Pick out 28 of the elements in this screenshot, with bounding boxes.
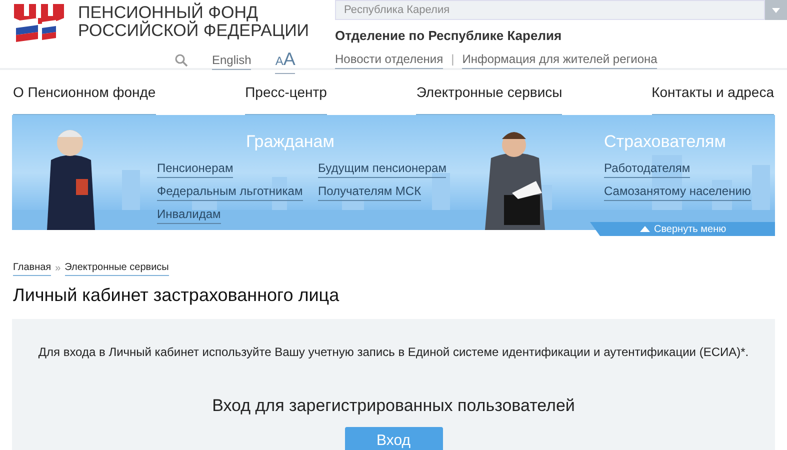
triangle-icon: [640, 226, 650, 232]
banner-link[interactable]: Инвалидам: [157, 204, 221, 224]
region-select[interactable]: Республика Карелия: [335, 0, 765, 20]
link-separator: |: [451, 51, 454, 68]
language-link[interactable]: English: [212, 50, 252, 70]
office-title: Отделение по Республике Карелия: [335, 27, 563, 45]
font-size-toggle[interactable]: AA: [275, 46, 296, 74]
office-link[interactable]: Новости отделения: [335, 50, 444, 68]
banner-link[interactable]: Работодателям: [604, 158, 690, 178]
notice-text: Для входа в Личный кабинет используйте Вашу учетную запись в Единой системе идентификации и аутентификации (ЕСИА)*.: [38, 344, 749, 361]
banner-link[interactable]: Пенсионерам: [157, 158, 234, 178]
banner-link[interactable]: Самозанятому населению: [604, 182, 751, 200]
breadcrumb-link[interactable]: Главная: [13, 260, 52, 276]
banner-link[interactable]: Федеральным льготникам: [157, 182, 303, 200]
breadcrumb-separator: »: [55, 262, 61, 276]
logo-text: ПЕНСИОННЫЙ ФОНД: [78, 4, 260, 22]
caret-icon: [772, 8, 780, 12]
login-heading: Вход для зарегистрированных пользователей: [212, 395, 575, 417]
banner-link[interactable]: Будущим пенсионерам: [318, 158, 446, 178]
page-title: Личный кабинет застрахованного лица: [12, 284, 340, 307]
search-icon[interactable]: [175, 54, 188, 66]
group-title: Страхователям: [604, 131, 727, 153]
logo-text: РОССИЙСКОЙ ФЕДЕРАЦИИ: [78, 22, 310, 40]
office-link[interactable]: Информация для жителей региона: [462, 50, 658, 68]
group-title: Гражданам: [246, 131, 336, 153]
dropdown-button[interactable]: [765, 0, 787, 20]
breadcrumb-link[interactable]: Электронные сервисы: [64, 260, 169, 276]
banner-link[interactable]: Получателям МСК: [318, 182, 422, 200]
